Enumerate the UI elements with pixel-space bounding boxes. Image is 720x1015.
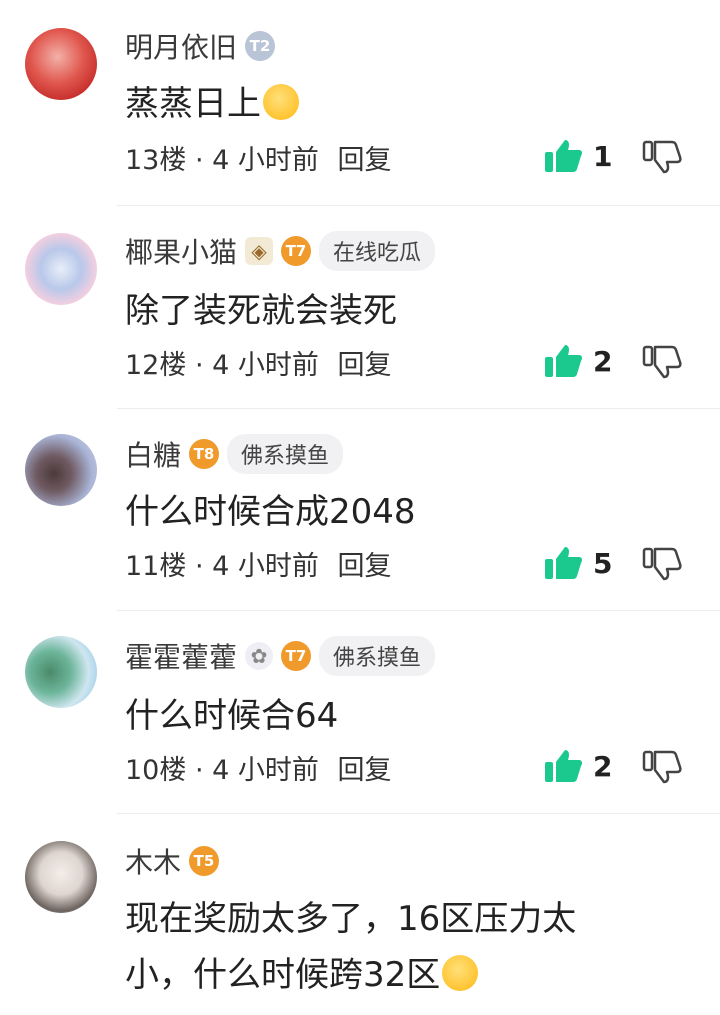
comment-item: 明月依旧 T2 蒸蒸日上 13楼 · 4 小时前 回复 1 (0, 0, 720, 205)
thumbs-down-icon[interactable] (642, 545, 682, 581)
like-button[interactable]: 1 (543, 138, 612, 174)
thumbs-down-icon[interactable] (642, 748, 682, 784)
reply-button[interactable]: 回复 (337, 350, 391, 381)
comment-text: 除了装死就会装死 (125, 291, 397, 331)
comment-text: 什么时候合成2048 (125, 492, 416, 532)
floor-number: 10楼 (125, 755, 187, 786)
comment-content: 蒸蒸日上 (125, 76, 685, 132)
timestamp: 4 小时前 (212, 551, 319, 582)
avatar[interactable] (25, 233, 97, 305)
comment-item: 霍霍藿藿 ✿ T7 佛系摸鱼 什么时候合64 10楼 · 4 小时前 回复 2 (0, 610, 720, 813)
comment-header: 霍霍藿藿 ✿ T7 佛系摸鱼 (125, 636, 436, 676)
level-badge-icon: T7 (281, 236, 312, 266)
thumbs-up-icon (545, 547, 583, 579)
like-count: 2 (593, 749, 613, 783)
level-badge-icon: T8 (189, 439, 220, 469)
comment-content: 什么时候合64 (125, 688, 685, 744)
anime-girl-badge-icon: ✿ (245, 642, 274, 670)
like-count: 5 (593, 546, 613, 580)
username[interactable]: 霍霍藿藿 (125, 636, 237, 676)
like-button[interactable]: 2 (543, 748, 612, 784)
floor-number: 12楼 (125, 350, 187, 381)
smiling-face-emoji-icon (442, 955, 479, 991)
timestamp: 4 小时前 (212, 145, 319, 176)
comment-content: 除了装死就会装死 (125, 283, 685, 339)
user-tag: 在线吃瓜 (319, 231, 436, 271)
avatar[interactable] (25, 28, 97, 100)
comment-item: 椰果小猫 ◈ T7 在线吃瓜 除了装死就会装死 12楼 · 4 小时前 回复 2 (0, 205, 720, 408)
avatar[interactable] (25, 636, 97, 708)
user-tag: 佛系摸鱼 (227, 434, 344, 474)
floor-number: 11楼 (125, 551, 187, 582)
username[interactable]: 白糖 (125, 434, 181, 474)
thumbs-up-icon (545, 140, 583, 172)
avatar[interactable] (25, 434, 97, 506)
reply-button[interactable]: 回复 (337, 145, 391, 176)
level-badge-icon: T5 (189, 846, 220, 876)
comment-text-line: 现在奖励太多了，16区压力太 (125, 899, 577, 939)
reply-button[interactable]: 回复 (337, 755, 391, 786)
comment-header: 椰果小猫 ◈ T7 在线吃瓜 (125, 231, 436, 271)
comment-header: 白糖 T8 佛系摸鱼 (125, 434, 344, 474)
comment-content: 什么时候合成2048 (125, 484, 685, 540)
comment-text: 蒸蒸日上 (125, 84, 261, 124)
shield-badge-icon: ◈ (245, 237, 274, 265)
timestamp: 4 小时前 (212, 755, 319, 786)
comment-item: 白糖 T8 佛系摸鱼 什么时候合成2048 11楼 · 4 小时前 回复 5 (0, 408, 720, 610)
username[interactable]: 椰果小猫 (125, 231, 237, 271)
timestamp: 4 小时前 (212, 350, 319, 381)
thumbs-down-icon[interactable] (642, 138, 682, 174)
thumbs-up-icon (545, 345, 583, 377)
comment-meta: 10楼 · 4 小时前 回复 (125, 755, 392, 786)
like-count: 2 (593, 344, 613, 378)
comment-text: 什么时候合64 (125, 696, 339, 736)
comment-meta: 12楼 · 4 小时前 回复 (125, 350, 392, 381)
comment-text: 小，什么时候跨32区 (125, 955, 441, 995)
comment-header: 明月依旧 T2 (125, 26, 276, 66)
comment-meta: 13楼 · 4 小时前 回复 (125, 145, 392, 176)
thumbs-up-icon (545, 750, 583, 782)
like-button[interactable]: 5 (543, 545, 612, 581)
like-count: 1 (593, 139, 613, 173)
comment-content: 现在奖励太多了，16区压力太 小，什么时候跨32区 (125, 891, 685, 1003)
level-badge-icon: T7 (281, 641, 312, 671)
comment-meta: 11楼 · 4 小时前 回复 (125, 551, 392, 582)
comment-text-line: 小，什么时候跨32区 (125, 947, 685, 1003)
grinning-face-emoji-icon (263, 84, 299, 120)
reply-button[interactable]: 回复 (337, 551, 391, 582)
level-badge-icon: T2 (245, 31, 276, 61)
like-button[interactable]: 2 (543, 343, 612, 379)
comment-item: 木木 T5 现在奖励太多了，16区压力太 小，什么时候跨32区 (0, 813, 720, 1015)
floor-number: 13楼 (125, 145, 187, 176)
comment-header: 木木 T5 (125, 841, 220, 881)
avatar[interactable] (25, 841, 97, 913)
username[interactable]: 明月依旧 (125, 26, 237, 66)
thumbs-down-icon[interactable] (642, 343, 682, 379)
username[interactable]: 木木 (125, 841, 181, 881)
user-tag: 佛系摸鱼 (319, 636, 436, 676)
